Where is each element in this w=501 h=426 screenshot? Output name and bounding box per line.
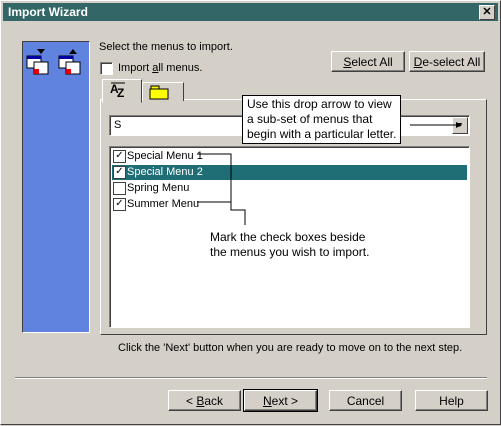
- svg-text:Z: Z: [117, 86, 124, 100]
- help-button[interactable]: Help: [415, 390, 488, 411]
- import-wizard-window: Import Wizard ✕ Select the menus to impo…: [0, 0, 501, 425]
- cancel-button[interactable]: Cancel: [329, 390, 402, 411]
- next-button[interactable]: Next >: [243, 389, 318, 412]
- footer-divider: [15, 377, 487, 379]
- next-step-hint: Click the 'Next' button when you are rea…: [118, 342, 463, 354]
- dropdown-help-callout: Use this drop arrow to view a sub-set of…: [242, 95, 402, 144]
- callout-connectors: [197, 122, 462, 225]
- checkbox-help-note: Mark the check boxes beside the menus yo…: [210, 230, 370, 259]
- tab-alphabetical[interactable]: A Z: [102, 79, 142, 103]
- az-sort-icon: A Z: [110, 82, 125, 100]
- back-button[interactable]: < Back: [168, 390, 241, 411]
